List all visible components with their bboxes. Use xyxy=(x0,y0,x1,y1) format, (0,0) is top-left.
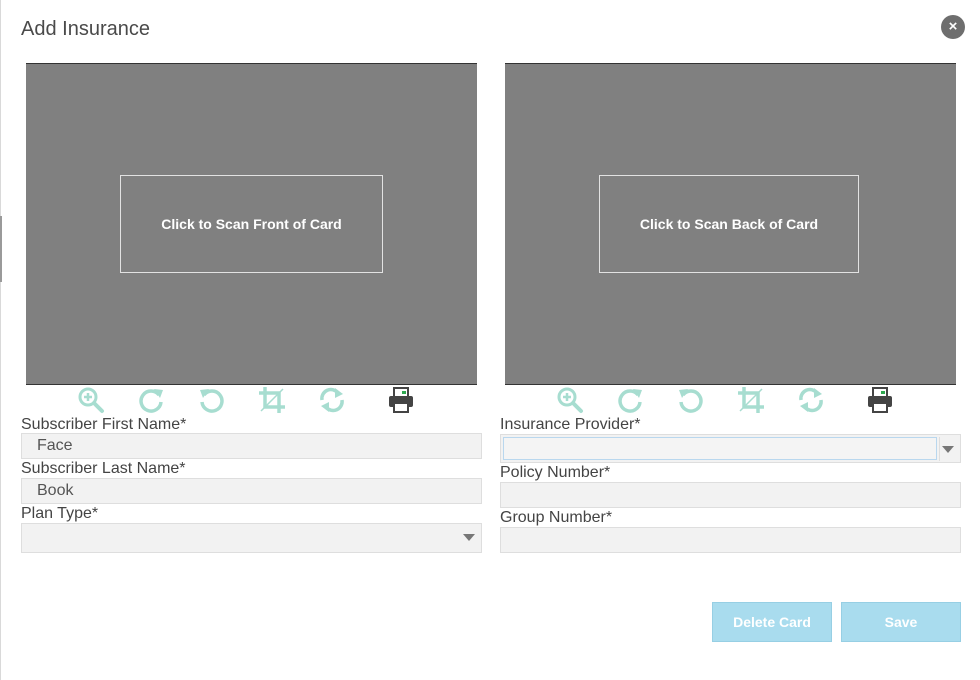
close-button[interactable]: × xyxy=(941,15,965,39)
rotate-clockwise-icon[interactable] xyxy=(137,386,165,414)
policy-number-field[interactable] xyxy=(500,482,961,508)
policy-number-label: Policy Number* xyxy=(500,464,611,481)
chevron-down-icon xyxy=(463,534,475,541)
plan-type-label: Plan Type* xyxy=(21,505,99,522)
save-button[interactable]: Save xyxy=(841,602,961,642)
scan-front-button[interactable]: Click to Scan Front of Card xyxy=(120,175,383,273)
provider-input[interactable] xyxy=(503,437,937,460)
last-name-label: Subscriber Last Name* xyxy=(21,460,186,477)
select-divider xyxy=(939,437,940,461)
plan-type-select[interactable] xyxy=(21,523,482,553)
flip-icon[interactable] xyxy=(797,386,825,414)
zoom-in-icon[interactable] xyxy=(556,386,584,414)
group-number-label: Group Number* xyxy=(500,509,613,526)
front-card-scan-area: Click to Scan Front of Card xyxy=(26,63,477,385)
provider-select[interactable] xyxy=(500,434,961,463)
modal-title: Add Insurance xyxy=(21,18,150,40)
first-name-field[interactable]: Face xyxy=(21,433,482,459)
print-icon[interactable] xyxy=(866,386,894,414)
first-name-label: Subscriber First Name* xyxy=(21,416,187,433)
crop-icon[interactable] xyxy=(258,386,286,414)
delete-card-button[interactable]: Delete Card xyxy=(712,602,832,642)
flip-icon[interactable] xyxy=(318,386,346,414)
last-name-field[interactable]: Book xyxy=(21,478,482,504)
back-card-scan-area: Click to Scan Back of Card xyxy=(505,63,956,385)
zoom-in-icon[interactable] xyxy=(77,386,105,414)
modal-left-border xyxy=(0,0,1,680)
scan-back-button[interactable]: Click to Scan Back of Card xyxy=(599,175,859,273)
modal-left-notch xyxy=(0,216,2,282)
rotate-clockwise-icon[interactable] xyxy=(616,386,644,414)
group-number-field[interactable] xyxy=(500,527,961,553)
chevron-down-icon[interactable] xyxy=(942,446,954,453)
crop-icon[interactable] xyxy=(737,386,765,414)
rotate-counterclockwise-icon[interactable] xyxy=(198,386,226,414)
print-icon[interactable] xyxy=(387,386,415,414)
rotate-counterclockwise-icon[interactable] xyxy=(677,386,705,414)
provider-label: Insurance Provider* xyxy=(500,416,641,433)
